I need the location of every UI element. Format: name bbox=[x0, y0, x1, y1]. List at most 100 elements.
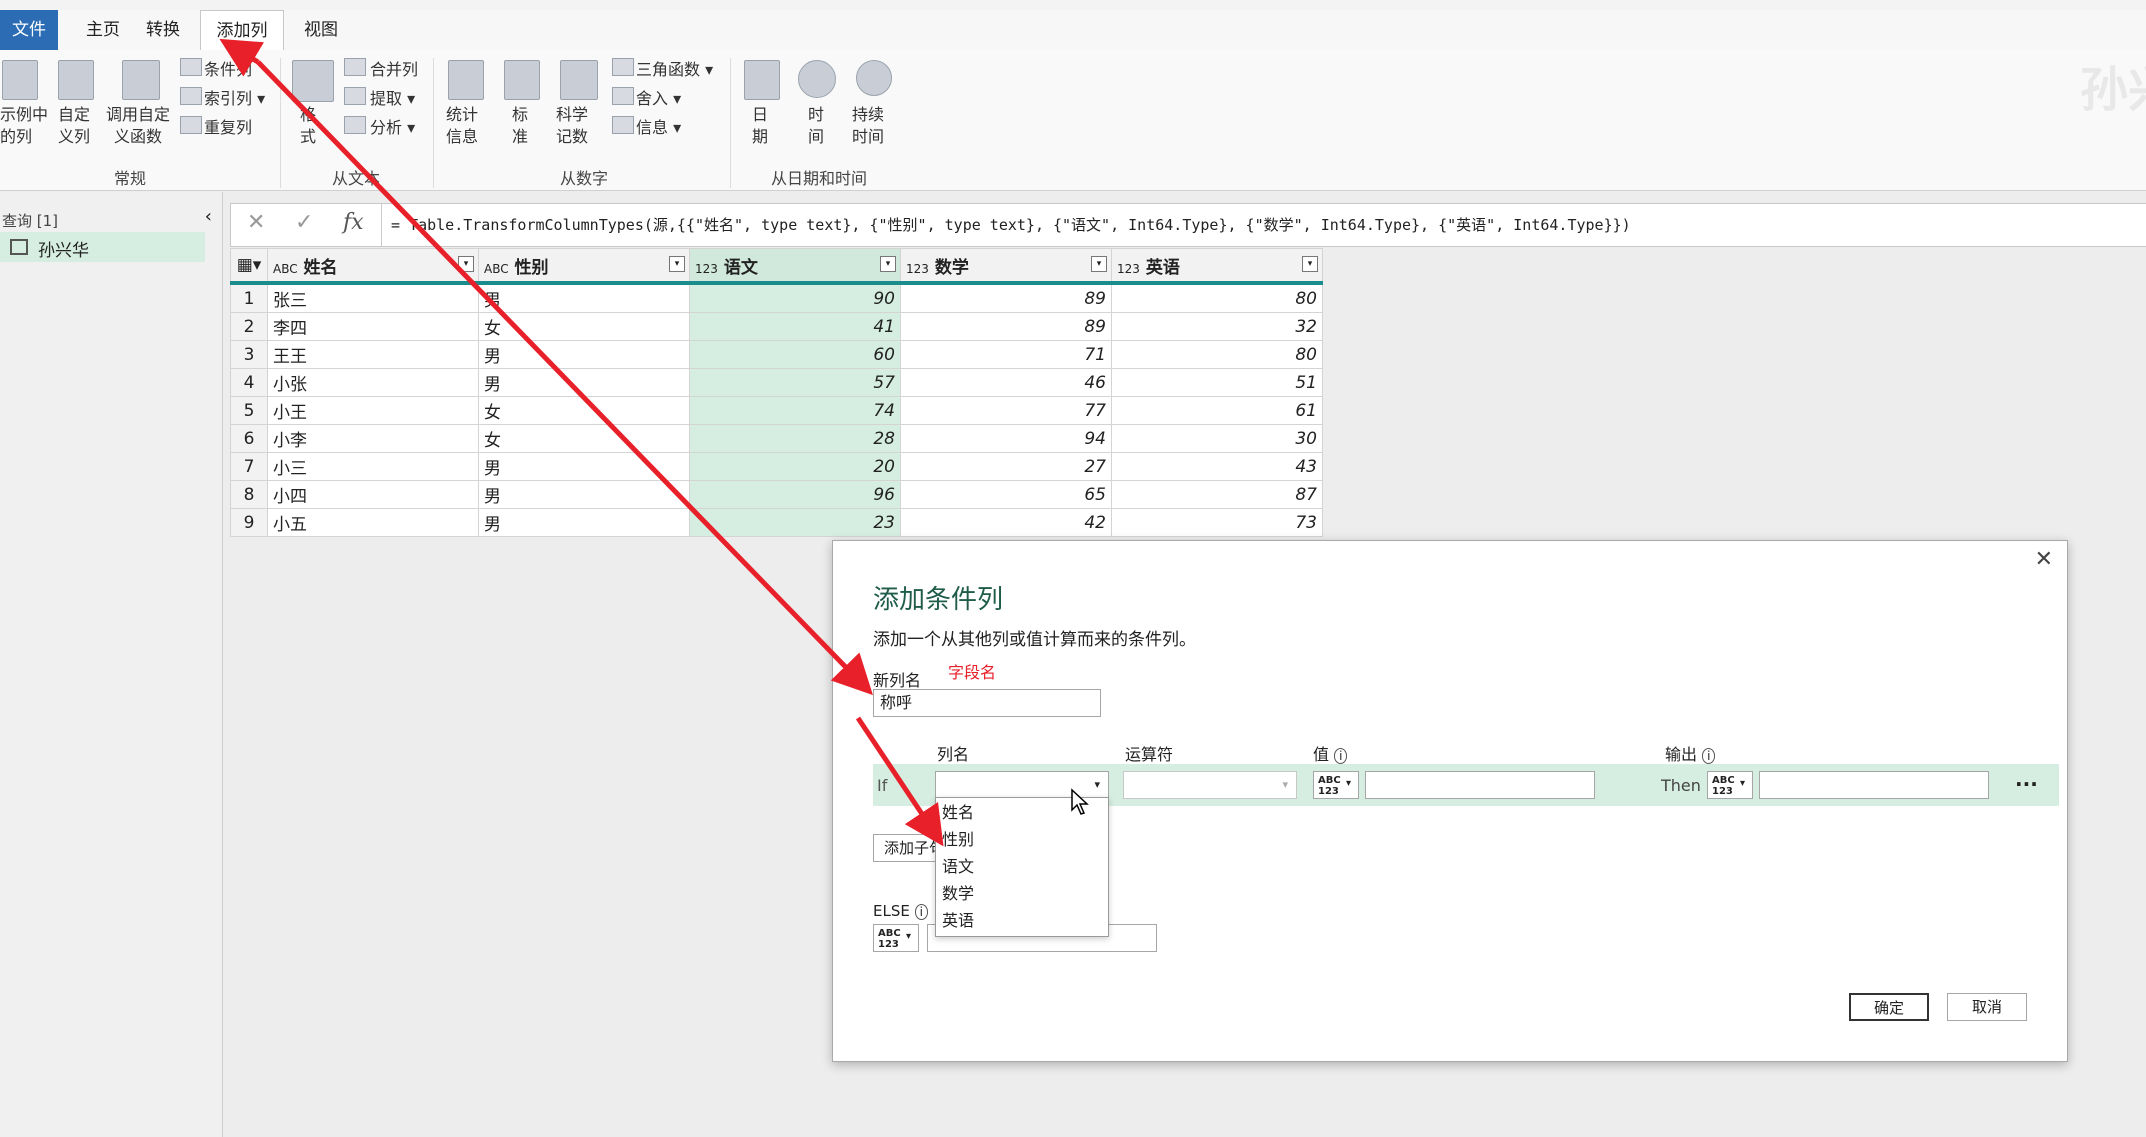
cell-chinese[interactable]: 90 bbox=[689, 282, 901, 313]
output-type-button[interactable]: ABC 123 ▾ bbox=[1707, 771, 1753, 799]
value-type-button[interactable]: ABC 123 ▾ bbox=[1313, 771, 1359, 799]
cell-name[interactable]: 小王 bbox=[267, 396, 479, 425]
cell-chinese[interactable]: 57 bbox=[689, 368, 901, 397]
cell-math[interactable]: 89 bbox=[900, 312, 1112, 341]
table-row[interactable]: 7 小三男 20 27 43 bbox=[230, 452, 1323, 481]
cell-chinese[interactable]: 28 bbox=[689, 424, 901, 453]
date-button[interactable]: 日 期 bbox=[752, 104, 768, 148]
tab-file[interactable]: 文件 bbox=[0, 10, 58, 50]
cell-english[interactable]: 30 bbox=[1111, 424, 1323, 453]
scientific-button[interactable]: 科学 记数 bbox=[556, 104, 588, 148]
cell-english[interactable]: 51 bbox=[1111, 368, 1323, 397]
cell-math[interactable]: 89 bbox=[900, 282, 1112, 313]
cell-chinese[interactable]: 60 bbox=[689, 340, 901, 369]
invoke-custom-function-button[interactable]: 调用自定 义函数 bbox=[106, 104, 170, 148]
custom-column-button[interactable]: 自定 义列 bbox=[58, 104, 90, 148]
extract-button[interactable]: 提取 ▾ bbox=[370, 85, 415, 109]
cell-name[interactable]: 小四 bbox=[267, 480, 479, 509]
cell-math[interactable]: 46 bbox=[900, 368, 1112, 397]
parse-button[interactable]: 分析 ▾ bbox=[370, 114, 415, 138]
cell-gender[interactable]: 女 bbox=[478, 424, 690, 453]
cell-gender[interactable]: 男 bbox=[478, 282, 690, 313]
cell-name[interactable]: 小三 bbox=[267, 452, 479, 481]
dropdown-item[interactable]: 数学 bbox=[942, 881, 974, 907]
table-row[interactable]: 3 王王男 60 71 80 bbox=[230, 340, 1323, 369]
query-item[interactable]: 孙兴华 bbox=[0, 232, 205, 262]
cell-chinese[interactable]: 74 bbox=[689, 396, 901, 425]
cell-math[interactable]: 94 bbox=[900, 424, 1112, 453]
statistics-button[interactable]: 统计 信息 bbox=[446, 104, 478, 148]
cell-math[interactable]: 71 bbox=[900, 340, 1112, 369]
cell-gender[interactable]: 男 bbox=[478, 480, 690, 509]
merge-columns-button[interactable]: 合并列 bbox=[370, 56, 418, 80]
cell-gender[interactable]: 男 bbox=[478, 452, 690, 481]
cell-name[interactable]: 王王 bbox=[267, 340, 479, 369]
filter-icon[interactable]: ▾ bbox=[880, 256, 896, 272]
collapse-icon[interactable]: ‹ bbox=[205, 206, 212, 227]
cell-name[interactable]: 李四 bbox=[267, 312, 479, 341]
filter-icon[interactable]: ▾ bbox=[458, 256, 474, 272]
standard-button[interactable]: 标 准 bbox=[512, 104, 528, 148]
new-column-name-input[interactable]: 称呼 bbox=[873, 689, 1101, 717]
tab-view[interactable]: 视图 bbox=[290, 10, 352, 50]
cancel-formula-icon[interactable]: ✕ bbox=[247, 210, 265, 235]
table-row[interactable]: 1 张三男 90 89 80 bbox=[230, 282, 1323, 313]
cell-chinese[interactable]: 23 bbox=[689, 508, 901, 537]
cell-chinese[interactable]: 41 bbox=[689, 312, 901, 341]
index-column-button[interactable]: 索引列 ▾ bbox=[204, 85, 265, 109]
cell-math[interactable]: 27 bbox=[900, 452, 1112, 481]
column-header-english[interactable]: 123 英语 ▾ bbox=[1111, 248, 1323, 285]
cancel-button[interactable]: 取消 bbox=[1947, 993, 2027, 1021]
more-options-icon[interactable]: ··· bbox=[2015, 772, 2038, 796]
cell-english[interactable]: 87 bbox=[1111, 480, 1323, 509]
cell-english[interactable]: 80 bbox=[1111, 282, 1323, 313]
cell-english[interactable]: 43 bbox=[1111, 452, 1323, 481]
cell-english[interactable]: 32 bbox=[1111, 312, 1323, 341]
time-button[interactable]: 时 间 bbox=[808, 104, 824, 148]
tab-add-column[interactable]: 添加列 bbox=[200, 10, 284, 52]
dropdown-item[interactable]: 性别 bbox=[942, 827, 974, 853]
cell-name[interactable]: 小五 bbox=[267, 508, 479, 537]
table-row[interactable]: 2 李四女 41 89 32 bbox=[230, 312, 1323, 341]
duration-button[interactable]: 持续 时间 bbox=[852, 104, 884, 148]
value-input[interactable] bbox=[1365, 771, 1595, 799]
cell-english[interactable]: 61 bbox=[1111, 396, 1323, 425]
cell-math[interactable]: 42 bbox=[900, 508, 1112, 537]
cell-gender[interactable]: 男 bbox=[478, 508, 690, 537]
duplicate-column-button[interactable]: 重复列 bbox=[204, 114, 252, 138]
cell-gender[interactable]: 女 bbox=[478, 312, 690, 341]
column-header-math[interactable]: 123 数学 ▾ bbox=[900, 248, 1112, 285]
else-type-button[interactable]: ABC 123 ▾ bbox=[873, 924, 919, 952]
close-icon[interactable]: ✕ bbox=[2035, 547, 2053, 572]
filter-icon[interactable]: ▾ bbox=[669, 256, 685, 272]
column-header-chinese[interactable]: 123 语文 ▾ bbox=[689, 248, 901, 285]
tab-transform[interactable]: 转换 bbox=[132, 10, 194, 50]
table-row[interactable]: 8 小四男 96 65 87 bbox=[230, 480, 1323, 509]
cell-gender[interactable]: 女 bbox=[478, 396, 690, 425]
dropdown-item[interactable]: 英语 bbox=[942, 908, 974, 934]
dropdown-item[interactable]: 语文 bbox=[942, 854, 974, 880]
confirm-formula-icon[interactable]: ✓ bbox=[295, 210, 313, 235]
table-row[interactable]: 5 小王女 74 77 61 bbox=[230, 396, 1323, 425]
table-menu-icon[interactable]: ▦▾ bbox=[230, 248, 268, 285]
operator-select[interactable]: ▾ bbox=[1123, 771, 1297, 799]
trigonometry-button[interactable]: 三角函数 ▾ bbox=[636, 56, 713, 80]
cell-name[interactable]: 小张 bbox=[267, 368, 479, 397]
column-header-name[interactable]: ABC 姓名 ▾ bbox=[267, 248, 479, 285]
cell-english[interactable]: 73 bbox=[1111, 508, 1323, 537]
information-button[interactable]: 信息 ▾ bbox=[636, 114, 681, 138]
cell-math[interactable]: 77 bbox=[900, 396, 1112, 425]
table-row[interactable]: 6 小李女 28 94 30 bbox=[230, 424, 1323, 453]
cell-name[interactable]: 张三 bbox=[267, 282, 479, 313]
cell-chinese[interactable]: 20 bbox=[689, 452, 901, 481]
column-header-gender[interactable]: ABC 性别 ▾ bbox=[478, 248, 690, 285]
cell-gender[interactable]: 男 bbox=[478, 368, 690, 397]
cell-name[interactable]: 小李 bbox=[267, 424, 479, 453]
column-from-examples-button[interactable]: 示例中 的列 bbox=[0, 104, 48, 148]
rounding-button[interactable]: 舍入 ▾ bbox=[636, 85, 681, 109]
dropdown-item[interactable]: 姓名 bbox=[942, 800, 974, 826]
cell-gender[interactable]: 男 bbox=[478, 340, 690, 369]
table-row[interactable]: 9 小五男 23 42 73 bbox=[230, 508, 1323, 537]
conditional-column-button[interactable]: 条件列 bbox=[204, 56, 252, 80]
formula-input[interactable]: = Table.TransformColumnTypes(源,{{"姓名", t… bbox=[391, 214, 1631, 235]
